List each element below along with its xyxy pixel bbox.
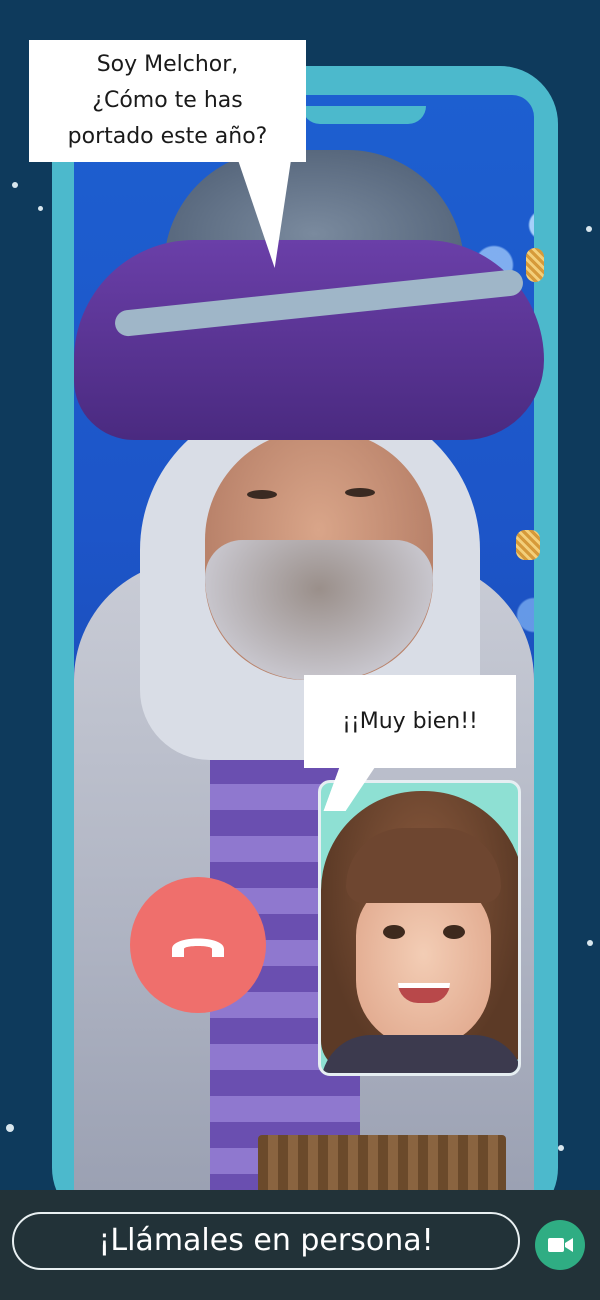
phone-notch [302, 106, 426, 124]
self-view-video[interactable] [318, 780, 521, 1076]
phone-hangup-icon [172, 938, 224, 957]
child-shirt [321, 1035, 518, 1073]
child-speech-bubble: ¡¡Muy bien!! [304, 675, 516, 811]
caller-turban [74, 150, 554, 450]
call-in-person-button[interactable]: ¡Llámales en persona! [12, 1212, 520, 1270]
snow-dot [6, 1124, 14, 1132]
snow-dot [586, 226, 592, 232]
bottom-bar: ¡Llámales en persona! [0, 1190, 600, 1300]
child-eye [383, 925, 405, 939]
glitter-decoration [516, 530, 540, 560]
caller-speech-line: ¿Cómo te has [92, 88, 243, 113]
video-call-button[interactable] [535, 1220, 585, 1270]
caller-speech-line: portado este año? [67, 124, 268, 149]
child-eye [443, 925, 465, 939]
snow-dot [12, 182, 18, 188]
snow-dot [558, 1145, 564, 1151]
turban-band [74, 240, 544, 440]
gift-chest [258, 1135, 506, 1190]
child-reply-text: ¡¡Muy bien!! [342, 709, 478, 734]
caller-eye [247, 490, 277, 499]
snow-dot [587, 940, 593, 946]
caller-eye [345, 488, 375, 497]
child-bangs [346, 828, 501, 903]
end-call-button[interactable] [130, 877, 266, 1013]
child-face [356, 878, 491, 1048]
caller-speech-line: Soy Melchor, [96, 52, 239, 77]
video-camera-icon [548, 1238, 573, 1252]
snow-dot [38, 206, 43, 211]
caller-speech-bubble: Soy Melchor, ¿Cómo te has portado este a… [29, 40, 315, 268]
